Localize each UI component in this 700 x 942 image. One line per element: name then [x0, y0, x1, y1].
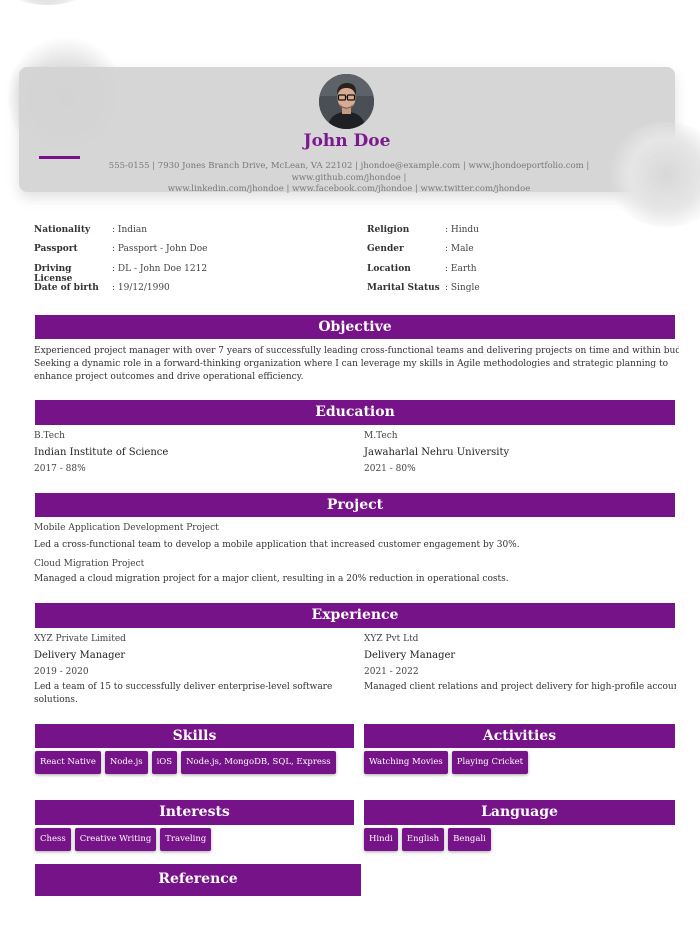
info-row: Date of birth : 19/12/1990 — [34, 283, 207, 302]
info-label: Religion — [367, 225, 410, 235]
skills-list: React Native Node.js iOS Node.js, MongoD… — [35, 751, 336, 774]
language-tag: Hindi — [364, 828, 398, 851]
info-label: Nationality — [34, 225, 91, 235]
section-heading-objective: Objective — [35, 315, 675, 339]
info-label: Marital Status — [367, 282, 440, 293]
info-label: Gender — [367, 244, 404, 255]
info-value: : Indian — [112, 225, 148, 235]
info-row: Marital Status : Single — [367, 283, 480, 302]
experience-description: Led a team of 15 to successfully deliver… — [34, 682, 333, 692]
contact-line: www.linkedin.com/jhondoe | www.facebook.… — [167, 184, 531, 194]
objective-line: enhance project outcomes and drive opera… — [34, 372, 304, 382]
section-heading-activities: Activities — [364, 724, 675, 748]
project-name: Cloud Migration Project — [34, 559, 145, 569]
info-row: Nationality : Indian — [34, 225, 207, 244]
info-value: : Male — [445, 244, 474, 255]
decorative-circle — [0, 0, 95, 5]
section-heading-education: Education — [35, 400, 675, 425]
section-heading-reference: Reference — [35, 864, 361, 896]
info-label: Driving License — [34, 263, 73, 284]
contact-line: 555-0155 | 7930 Jones Branch Drive, McLe… — [108, 161, 590, 183]
experience-company: XYZ Private Limited — [34, 634, 126, 644]
info-value: : Passport - John Doe — [112, 244, 208, 255]
info-row: Gender : Male — [367, 244, 480, 263]
project-description: Led a cross-functional team to develop a… — [34, 540, 520, 550]
skill-tag: Node.js — [104, 751, 148, 774]
objective-line: Experienced project manager with over 7 … — [34, 346, 679, 356]
objective-line: Seeking a dynamic role in a forward-thin… — [34, 359, 669, 369]
section-heading-experience: Experience — [35, 603, 675, 628]
info-value: : Hindu — [445, 225, 479, 235]
experience-period: 2019 - 2020 — [34, 667, 89, 677]
language-tag: English — [401, 828, 445, 851]
info-value: : DL - John Doe 1212 — [112, 263, 208, 274]
skill-tag: iOS — [151, 751, 178, 774]
education-detail: 2021 - 80% — [364, 464, 416, 474]
person-name: John Doe — [303, 131, 391, 151]
project-name: Mobile Application Development Project — [34, 523, 219, 533]
section-heading-interests: Interests — [35, 800, 354, 825]
section-heading-language: Language — [364, 800, 675, 825]
objective-text: Experienced project manager with over 7 … — [34, 345, 679, 384]
education-school: Indian Institute of Science — [34, 447, 169, 458]
interests-list: Chess Creative Writing Traveling — [35, 828, 212, 851]
info-row: Passport : Passport - John Doe — [34, 244, 207, 263]
section-heading-skills: Skills — [35, 724, 354, 748]
activities-list: Watching Movies Playing Cricket — [364, 751, 529, 774]
language-list: Hindi English Bengali — [364, 828, 491, 851]
avatar-photo — [319, 74, 374, 129]
section-heading-project: Project — [35, 493, 675, 517]
experience-description: Managed client relations and project del… — [364, 682, 676, 692]
profile-header: John Doe 555-0155 | 7930 Jones Branch Dr… — [19, 67, 675, 194]
experience-role: Delivery Manager — [34, 650, 126, 661]
avatar — [319, 74, 374, 129]
personal-info-left: Nationality : Indian Passport : Passport -… — [34, 225, 207, 302]
contact-info: 555-0155 | 7930 Jones Branch Drive, McLe… — [59, 161, 639, 196]
experience-role: Delivery Manager — [364, 650, 456, 661]
language-tag: Bengali — [448, 828, 491, 851]
info-label: Passport — [34, 244, 78, 255]
experience-description: solutions. — [34, 695, 78, 705]
activity-tag: Playing Cricket — [451, 751, 529, 774]
info-value: : Single — [445, 282, 480, 293]
info-row: Driving License : DL - John Doe 1212 — [34, 263, 208, 284]
info-label: Location — [367, 263, 411, 274]
info-value: : 19/12/1990 — [112, 282, 170, 293]
skill-tag: Node.js, MongoDB, SQL, Express — [181, 751, 336, 774]
education-degree: M.Tech — [364, 431, 398, 441]
experience-company: XYZ Pvt Ltd — [364, 634, 419, 644]
info-row: Religion : Hindu — [367, 225, 480, 244]
experience-period: 2021 - 2022 — [364, 667, 419, 677]
education-detail: 2017 - 88% — [34, 464, 86, 474]
interest-tag: Creative Writing — [74, 828, 157, 851]
project-description: Managed a cloud migration project for a … — [34, 574, 509, 584]
personal-info-right: Religion : Hindu Gender : Male Location : E… — [367, 225, 480, 302]
education-degree: B.Tech — [34, 431, 65, 441]
accent-bar — [39, 156, 80, 159]
info-value: : Earth — [445, 263, 477, 274]
interest-tag: Traveling — [160, 828, 212, 851]
skill-tag: React Native — [35, 751, 101, 774]
info-label: Date of birth — [34, 282, 99, 293]
info-row: Location : Earth — [367, 264, 480, 283]
interest-tag: Chess — [35, 828, 71, 851]
education-school: Jawaharlal Nehru University — [364, 447, 510, 458]
activity-tag: Watching Movies — [364, 751, 448, 774]
